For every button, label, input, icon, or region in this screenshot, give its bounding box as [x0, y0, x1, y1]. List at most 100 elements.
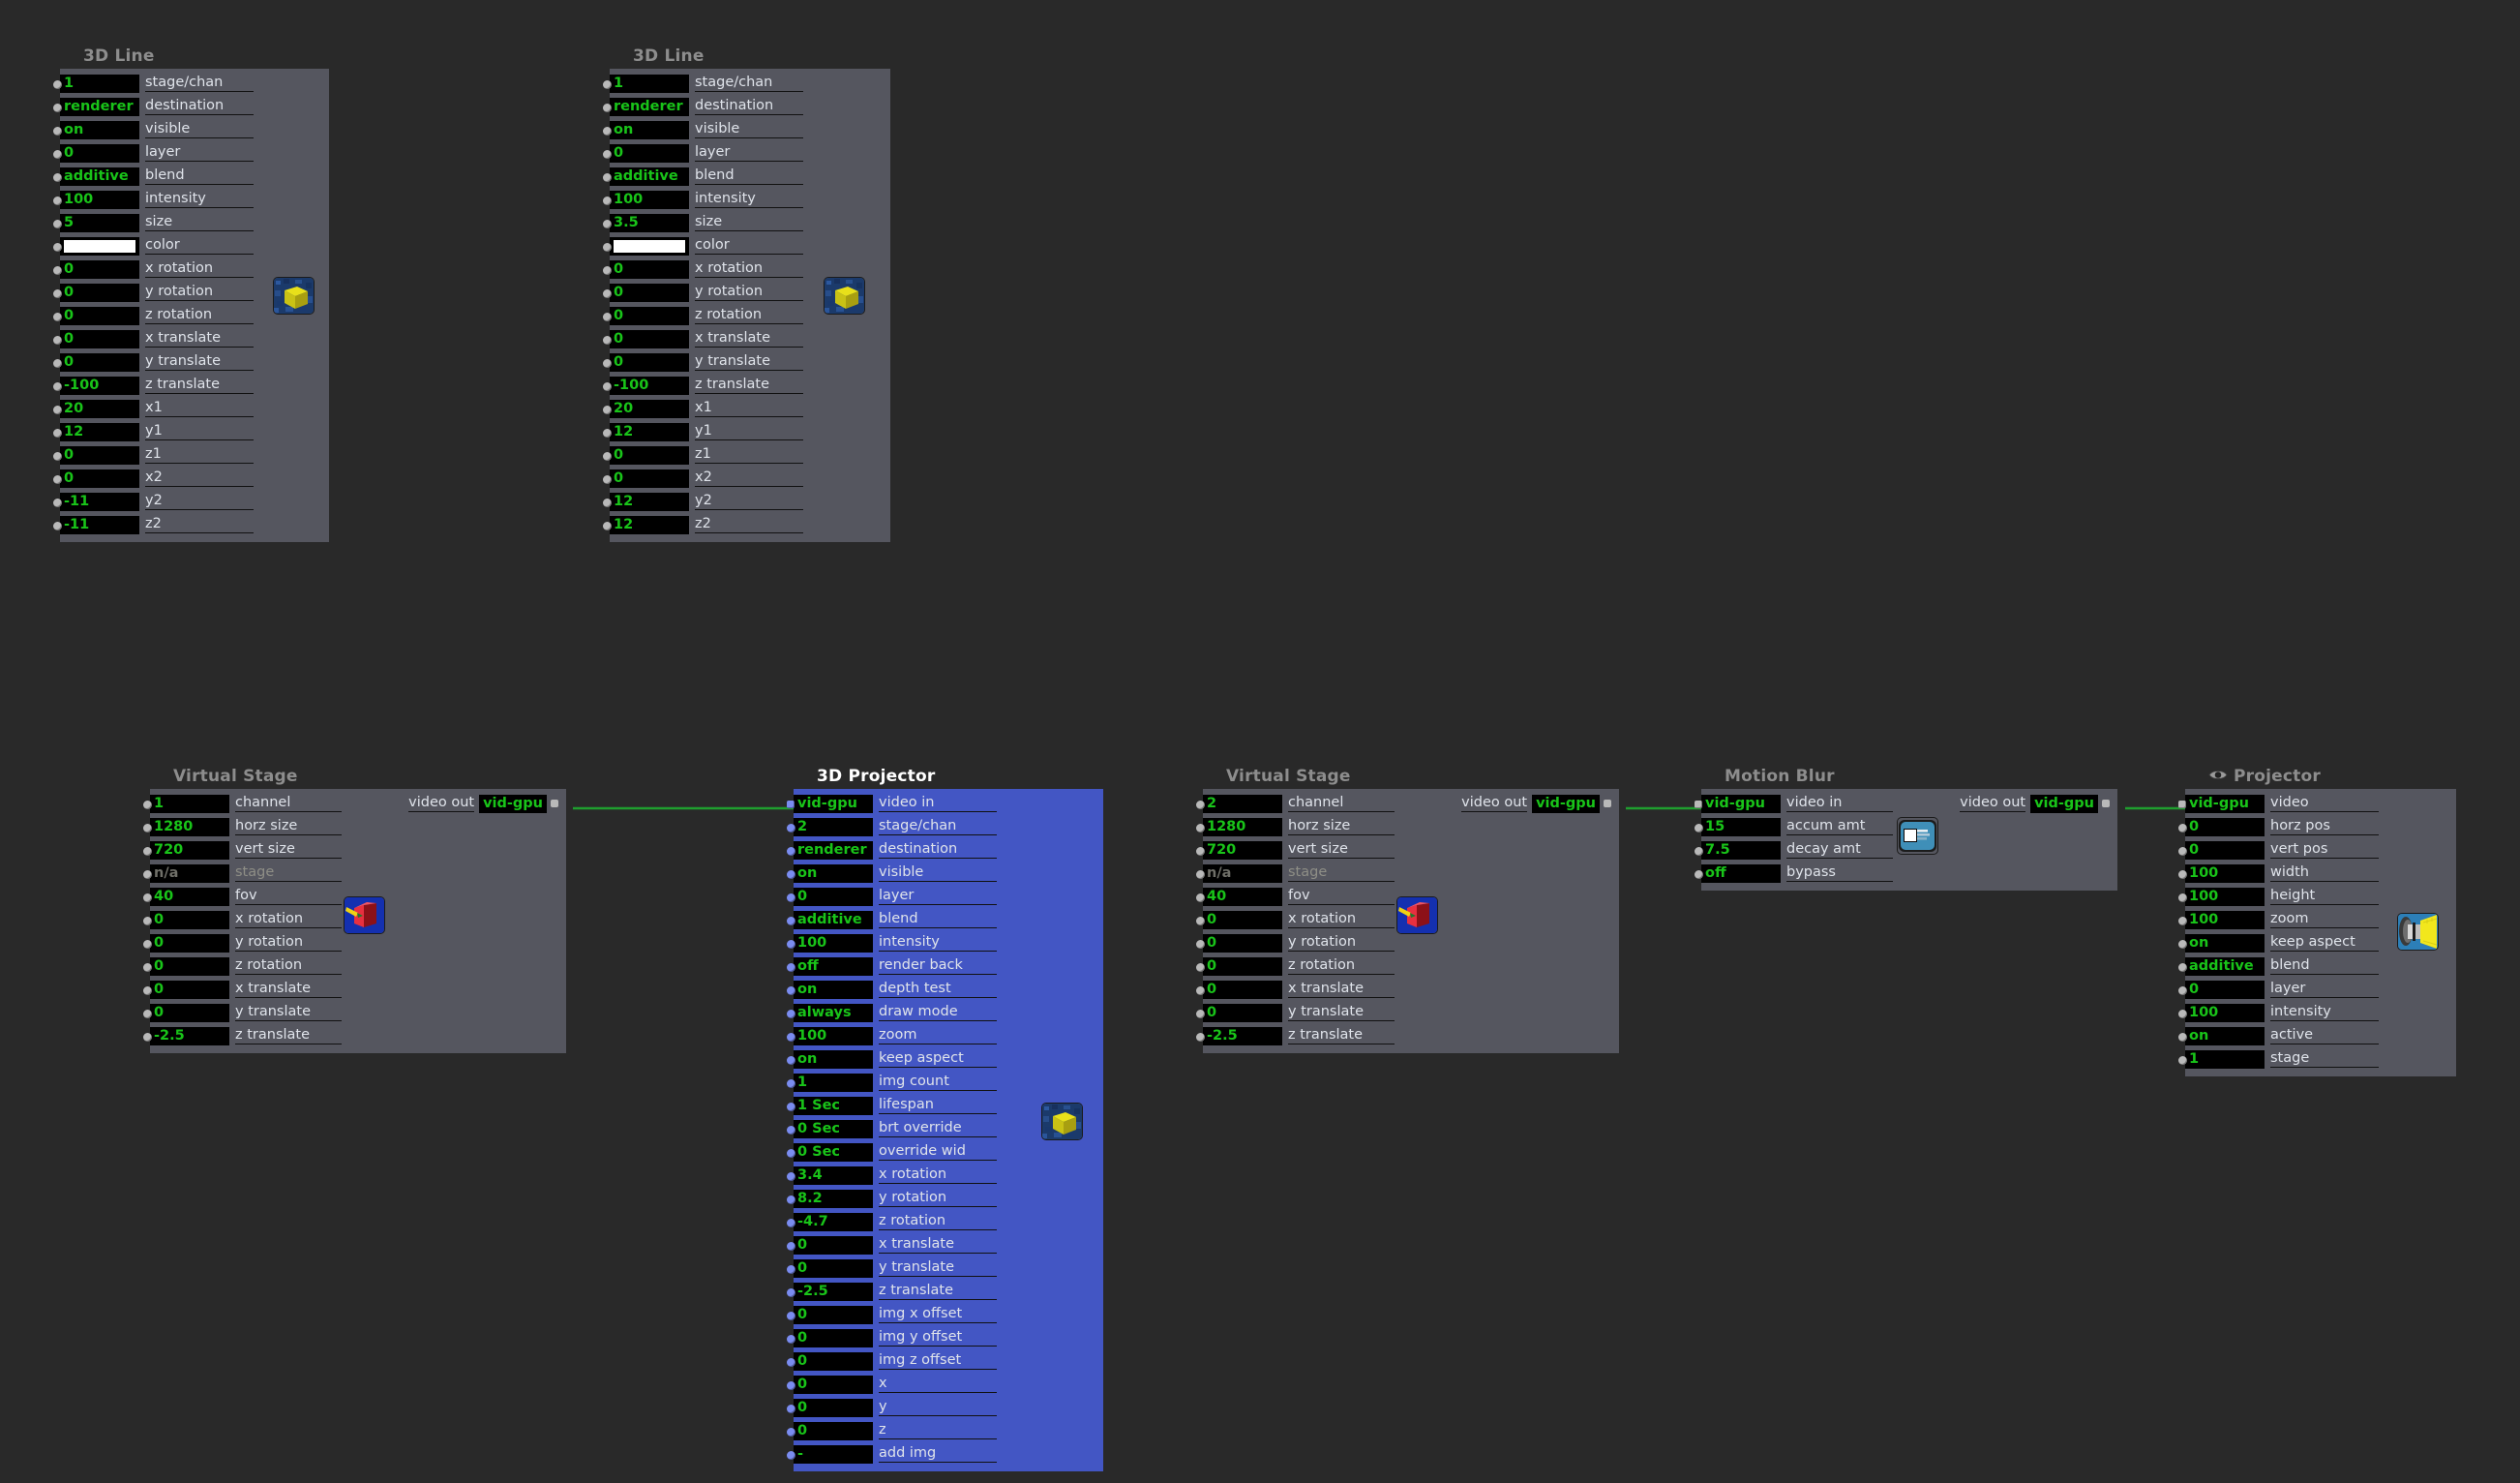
port-dot[interactable]: [787, 847, 795, 856]
port-dot[interactable]: [787, 801, 795, 808]
port-dot[interactable]: [1196, 1010, 1205, 1018]
port-dot[interactable]: [1196, 917, 1205, 925]
param-row[interactable]: 0 layer: [603, 141, 890, 165]
node-title[interactable]: Motion Blur: [1701, 765, 2117, 789]
param-row[interactable]: 0 x translate: [603, 327, 890, 350]
port-dot[interactable]: [787, 1405, 795, 1413]
port-dot[interactable]: [603, 452, 612, 461]
param-row[interactable]: 0 x translate: [1196, 978, 1619, 1001]
param-value[interactable]: off: [794, 956, 873, 976]
param-row[interactable]: on depth test: [787, 978, 1103, 1001]
port-dot[interactable]: [787, 1335, 795, 1344]
param-value[interactable]: 0: [794, 1375, 873, 1394]
port-dot[interactable]: [1196, 940, 1205, 949]
port-dot[interactable]: [603, 127, 612, 136]
param-row[interactable]: 2 stage/chan: [787, 815, 1103, 838]
param-value[interactable]: 1: [150, 794, 229, 813]
param-value[interactable]: 0: [610, 259, 689, 279]
param-value[interactable]: 0 Sec: [794, 1142, 873, 1162]
param-value[interactable]: 12: [610, 422, 689, 441]
param-value[interactable]: 20: [610, 399, 689, 418]
port-dot[interactable]: [603, 150, 612, 159]
port-dot[interactable]: [2178, 1056, 2187, 1065]
param-row[interactable]: 0 z rotation: [143, 954, 566, 978]
param-row[interactable]: off bypass: [1695, 862, 2117, 885]
port-dot[interactable]: [2178, 1010, 2187, 1018]
param-value[interactable]: 100: [2185, 863, 2265, 883]
param-value[interactable]: 15: [1701, 817, 1781, 836]
param-value[interactable]: 0 Sec: [794, 1119, 873, 1138]
param-value[interactable]: 0: [2185, 840, 2265, 860]
param-value[interactable]: 3.4: [794, 1165, 873, 1185]
port-dot[interactable]: [53, 475, 62, 484]
param-row[interactable]: 0 img y offset: [787, 1326, 1103, 1349]
param-value[interactable]: renderer: [794, 840, 873, 860]
output-port-dot[interactable]: [2102, 800, 2110, 807]
port-dot[interactable]: [53, 104, 62, 112]
param-value[interactable]: [60, 236, 139, 256]
port-dot[interactable]: [1196, 1033, 1205, 1042]
param-value[interactable]: on: [794, 980, 873, 999]
param-value[interactable]: 8.2: [794, 1189, 873, 1208]
param-value[interactable]: additive: [794, 910, 873, 929]
port-dot[interactable]: [603, 220, 612, 228]
param-value[interactable]: renderer: [610, 97, 689, 116]
param-row[interactable]: 12 y1: [53, 420, 329, 443]
param-value[interactable]: 40: [1203, 887, 1282, 906]
param-row[interactable]: 1280 horz size: [143, 815, 566, 838]
port-dot[interactable]: [53, 499, 62, 507]
param-value[interactable]: 0: [794, 1328, 873, 1347]
output-port-row[interactable]: video out vid-gpu: [1461, 792, 1611, 815]
param-row[interactable]: 0 z1: [53, 443, 329, 467]
port-dot[interactable]: [787, 1103, 795, 1111]
param-value[interactable]: -2.5: [150, 1026, 229, 1045]
param-value[interactable]: vid-gpu: [2185, 794, 2265, 813]
param-value[interactable]: on: [794, 863, 873, 883]
port-dot[interactable]: [787, 824, 795, 832]
param-value[interactable]: 0: [610, 306, 689, 325]
param-row[interactable]: 12 y1: [603, 420, 890, 443]
port-dot[interactable]: [53, 429, 62, 438]
param-value[interactable]: 20: [60, 399, 139, 418]
param-value[interactable]: 0: [610, 352, 689, 372]
param-value[interactable]: additive: [2185, 956, 2265, 976]
param-row[interactable]: 0 x2: [53, 467, 329, 490]
port-dot[interactable]: [2178, 847, 2187, 856]
param-row[interactable]: 0z: [787, 1419, 1103, 1442]
param-value[interactable]: on: [2185, 933, 2265, 953]
param-row[interactable]: 1280 horz size: [1196, 815, 1619, 838]
param-value[interactable]: -11: [60, 515, 139, 534]
port-dot[interactable]: [2178, 986, 2187, 995]
port-dot[interactable]: [787, 1428, 795, 1437]
param-value[interactable]: additive: [610, 166, 689, 186]
param-row[interactable]: -2.5 z translate: [143, 1024, 566, 1047]
port-dot[interactable]: [603, 80, 612, 89]
param-value[interactable]: 0: [794, 887, 873, 906]
param-row[interactable]: 100 intensity: [603, 188, 890, 211]
param-value[interactable]: on: [794, 1049, 873, 1069]
output-value[interactable]: vid-gpu: [2030, 794, 2098, 813]
node-graph-canvas[interactable]: 3D Line 1 stage/chan renderer destination on v…: [0, 0, 2520, 1483]
port-dot[interactable]: [787, 1056, 795, 1065]
param-value[interactable]: -100: [610, 376, 689, 395]
port-dot[interactable]: [787, 1033, 795, 1042]
param-value[interactable]: 1: [60, 74, 139, 93]
port-dot[interactable]: [143, 824, 152, 832]
port-dot[interactable]: [787, 870, 795, 879]
param-value[interactable]: 0: [60, 306, 139, 325]
param-value[interactable]: 12: [610, 492, 689, 511]
param-value[interactable]: 0: [794, 1351, 873, 1371]
port-dot[interactable]: [787, 986, 795, 995]
param-row[interactable]: 0 horz pos: [2178, 815, 2456, 838]
param-value[interactable]: 12: [610, 515, 689, 534]
param-value[interactable]: 0: [150, 956, 229, 976]
param-row[interactable]: additive blend: [53, 165, 329, 188]
output-port-row[interactable]: video out vid-gpu: [1960, 792, 2110, 815]
param-value[interactable]: 1: [2185, 1049, 2265, 1069]
param-row[interactable]: additive blend: [2178, 954, 2456, 978]
param-value[interactable]: 100: [794, 933, 873, 953]
param-row[interactable]: 720 vert size: [143, 838, 566, 862]
param-value[interactable]: 720: [1203, 840, 1282, 860]
param-value[interactable]: 2: [1203, 794, 1282, 813]
output-port-dot[interactable]: [551, 800, 558, 807]
